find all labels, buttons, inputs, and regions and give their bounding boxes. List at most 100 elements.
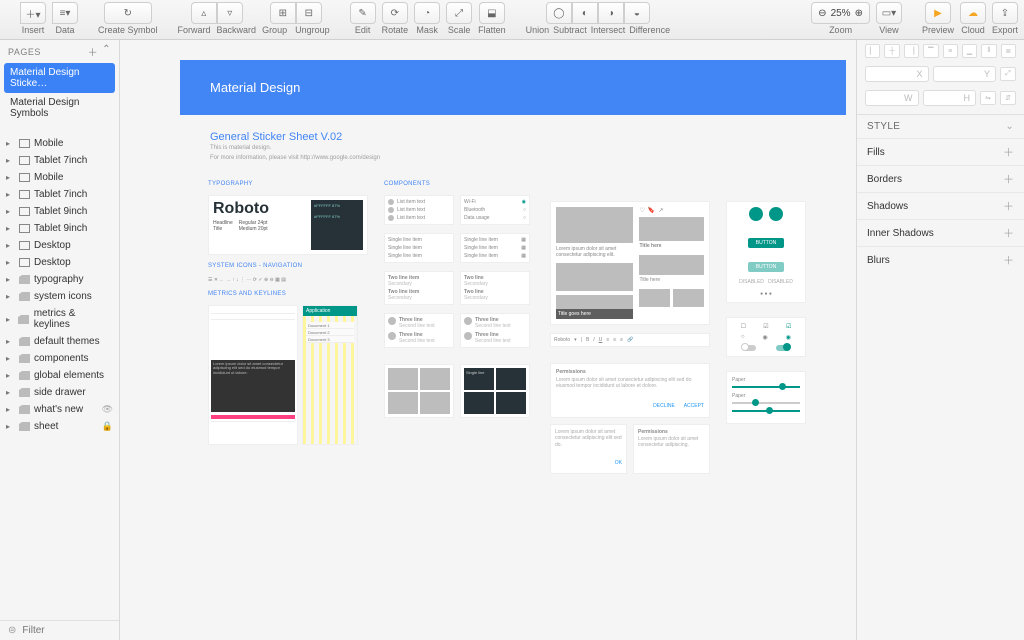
intersect-button[interactable]: ◑ xyxy=(598,2,624,24)
layer-row[interactable]: ▸default themes xyxy=(0,333,119,350)
collapse-pages-icon[interactable]: ⌃ xyxy=(102,44,111,59)
layer-row[interactable]: ▸what's new👁 xyxy=(0,401,119,418)
create-symbol-button[interactable]: ↻ xyxy=(104,2,152,24)
style-section-inner-shadows[interactable]: Inner Shadows＋ xyxy=(857,219,1024,246)
artboard-icon xyxy=(18,207,30,217)
x-field[interactable]: X xyxy=(865,66,929,82)
layer-row[interactable]: ▸global elements xyxy=(0,367,119,384)
align-left-icon[interactable]: ▏ xyxy=(865,44,880,58)
backward-button[interactable]: ▿ xyxy=(217,2,243,24)
page-item-sticker[interactable]: Material Design Sticke… xyxy=(4,63,115,93)
flip-h-icon[interactable]: ⇋ xyxy=(980,91,996,105)
disclosure-icon[interactable]: ▸ xyxy=(6,422,14,431)
disclosure-icon[interactable]: ▸ xyxy=(6,139,14,148)
style-section-shadows[interactable]: Shadows＋ xyxy=(857,192,1024,219)
layer-row[interactable]: ▸metrics & keylines xyxy=(0,305,119,333)
align-right-icon[interactable]: ▕ xyxy=(904,44,919,58)
disclosure-icon[interactable]: ▸ xyxy=(6,315,14,324)
folder-icon xyxy=(18,337,30,347)
disclosure-icon[interactable]: ▸ xyxy=(6,388,14,397)
layer-row[interactable]: ▸Mobile xyxy=(0,169,119,186)
section-metrics: METRICS AND KEYLINES xyxy=(208,291,368,297)
pages-label: PAGES xyxy=(8,47,41,57)
disclosure-icon[interactable]: ▸ xyxy=(6,354,14,363)
style-section-label: Blurs xyxy=(867,255,890,266)
scale-button[interactable]: ⤢ xyxy=(446,2,472,24)
zoom-in-icon[interactable]: ⊕ xyxy=(855,8,863,19)
mask-button[interactable]: ◔ xyxy=(414,2,440,24)
edit-button[interactable]: ✎ xyxy=(350,2,376,24)
style-section-fills[interactable]: Fills＋ xyxy=(857,138,1024,165)
disclosure-icon[interactable]: ▸ xyxy=(6,156,14,165)
layer-row[interactable]: ▸system icons xyxy=(0,288,119,305)
disclosure-icon[interactable]: ▸ xyxy=(6,241,14,250)
layer-row[interactable]: ▸side drawer xyxy=(0,384,119,401)
add-borders-icon[interactable]: ＋ xyxy=(1003,171,1014,187)
page-item-symbols[interactable]: Material Design Symbols xyxy=(0,93,119,123)
disclosure-icon[interactable]: ▸ xyxy=(6,371,14,380)
filter-bar: ⊜ xyxy=(0,620,119,640)
disclosure-icon[interactable]: ▸ xyxy=(6,292,14,301)
export-button[interactable]: ⇪ xyxy=(992,2,1018,24)
style-chevron-icon[interactable]: ⌄ xyxy=(1005,121,1014,132)
layer-label: Tablet 9inch xyxy=(34,206,87,217)
layer-row[interactable]: ▸sheet🔒 xyxy=(0,418,119,435)
add-inner-shadows-icon[interactable]: ＋ xyxy=(1003,225,1014,241)
forward-button[interactable]: ▵ xyxy=(191,2,217,24)
distribute-h-icon[interactable]: ⫴ xyxy=(981,44,996,58)
align-bottom-icon[interactable]: ▁ xyxy=(962,44,977,58)
align-middle-icon[interactable]: ≡ xyxy=(943,44,958,58)
disclosure-icon[interactable]: ▸ xyxy=(6,275,14,284)
view-button[interactable]: ▭▾ xyxy=(876,2,902,24)
h-field[interactable]: H xyxy=(923,90,977,106)
difference-button[interactable]: ◒ xyxy=(624,2,650,24)
layer-row[interactable]: ▸Mobile xyxy=(0,135,119,152)
canvas[interactable]: Material Design General Sticker Sheet V.… xyxy=(120,40,856,640)
align-top-icon[interactable]: ▔ xyxy=(923,44,938,58)
lock-ratio-icon[interactable]: ⤢ xyxy=(1000,67,1016,81)
union-button[interactable]: ◯ xyxy=(546,2,572,24)
insert-button[interactable]: ＋▾ xyxy=(20,2,46,24)
add-fills-icon[interactable]: ＋ xyxy=(1003,144,1014,160)
zoom-control[interactable]: ⊖ 25% ⊕ xyxy=(811,2,870,24)
hidden-icon: 👁 xyxy=(102,404,113,415)
group-button[interactable]: ⊞ xyxy=(270,2,296,24)
flatten-button[interactable]: ⬓ xyxy=(479,2,505,24)
disclosure-icon[interactable]: ▸ xyxy=(6,258,14,267)
folder-icon xyxy=(18,354,30,364)
disclosure-icon[interactable]: ▸ xyxy=(6,337,14,346)
data-button[interactable]: ≡▾ xyxy=(52,2,78,24)
disclosure-icon[interactable]: ▸ xyxy=(6,173,14,182)
folder-icon xyxy=(18,292,30,302)
cloud-button[interactable]: ☁ xyxy=(960,2,986,24)
disclosure-icon[interactable]: ▸ xyxy=(6,224,14,233)
layer-row[interactable]: ▸Tablet 7inch xyxy=(0,186,119,203)
layer-row[interactable]: ▸Tablet 7inch xyxy=(0,152,119,169)
zoom-out-icon[interactable]: ⊖ xyxy=(818,8,826,19)
layer-row[interactable]: ▸Desktop xyxy=(0,254,119,271)
style-section-blurs[interactable]: Blurs ＋ xyxy=(857,246,1024,273)
y-field[interactable]: Y xyxy=(933,66,997,82)
disclosure-icon[interactable]: ▸ xyxy=(6,190,14,199)
preview-button[interactable]: ▶ xyxy=(925,2,951,24)
roboto-sample: Roboto xyxy=(213,200,305,218)
layer-row[interactable]: ▸typography xyxy=(0,271,119,288)
add-blurs-icon[interactable]: ＋ xyxy=(1003,252,1014,268)
w-field[interactable]: W xyxy=(865,90,919,106)
layer-row[interactable]: ▸Tablet 9inch xyxy=(0,220,119,237)
layer-row[interactable]: ▸ Tablet 9inch xyxy=(0,203,119,220)
ungroup-button[interactable]: ⊟ xyxy=(296,2,322,24)
flip-v-icon[interactable]: ⇵ xyxy=(1000,91,1016,105)
layer-row[interactable]: ▸Desktop xyxy=(0,237,119,254)
add-page-icon[interactable]: ＋ xyxy=(88,44,99,59)
distribute-v-icon[interactable]: ≣ xyxy=(1001,44,1016,58)
folder-icon xyxy=(18,275,30,285)
disclosure-icon[interactable]: ▸ xyxy=(6,405,14,414)
align-center-h-icon[interactable]: ┼ xyxy=(884,44,899,58)
subtract-button[interactable]: ◐ xyxy=(572,2,598,24)
style-section-borders[interactable]: Borders＋ xyxy=(857,165,1024,192)
layer-row[interactable]: ▸components xyxy=(0,350,119,367)
disclosure-icon[interactable]: ▸ xyxy=(6,207,14,216)
add-shadows-icon[interactable]: ＋ xyxy=(1003,198,1014,214)
rotate-button[interactable]: ⟳ xyxy=(382,2,408,24)
